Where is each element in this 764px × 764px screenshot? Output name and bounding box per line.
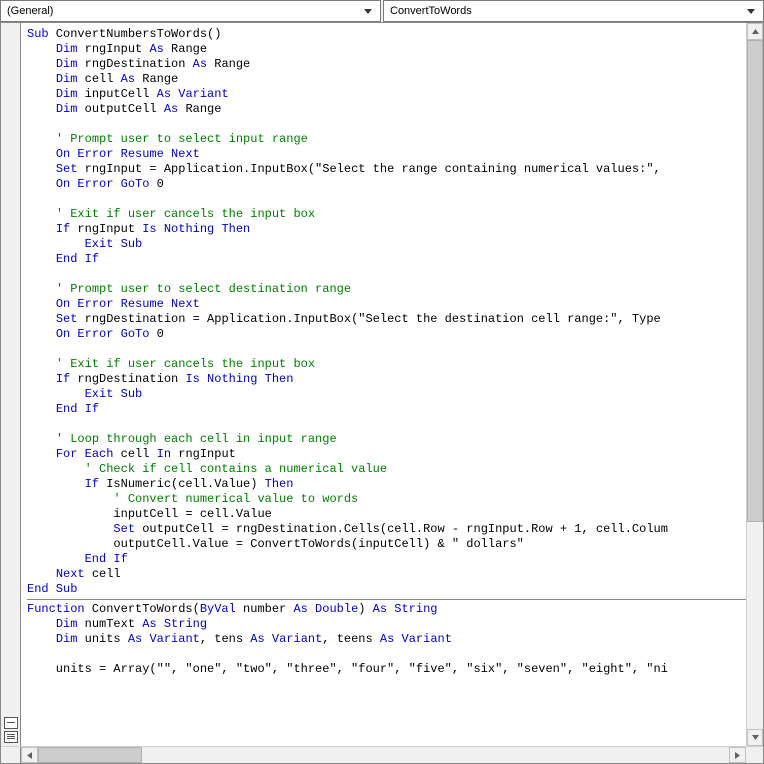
code-line: Dim inputCell As Variant (27, 87, 746, 102)
code-line (27, 267, 746, 282)
code-line: ' Convert numerical value to words (27, 492, 746, 507)
code-line (27, 117, 746, 132)
code-line: On Error GoTo 0 (27, 177, 746, 192)
scroll-down-button[interactable] (747, 729, 763, 746)
code-line: ' Prompt user to select destination rang… (27, 282, 746, 297)
code-line: Exit Sub (27, 387, 746, 402)
code-line: If rngInput Is Nothing Then (27, 222, 746, 237)
code-line: If IsNumeric(cell.Value) Then (27, 477, 746, 492)
code-line (27, 417, 746, 432)
vertical-scrollbar[interactable] (746, 23, 763, 746)
code-line: ' Exit if user cancels the input box (27, 357, 746, 372)
code-line: Exit Sub (27, 237, 746, 252)
code-line: End If (27, 402, 746, 417)
code-text-area[interactable]: Sub ConvertNumbersToWords() Dim rngInput… (21, 23, 746, 746)
code-line: Function ConvertToWords(ByVal number As … (27, 602, 746, 617)
code-line: units = Array("", "one", "two", "three",… (27, 662, 746, 677)
code-line: End If (27, 252, 746, 267)
chevron-down-icon (360, 3, 376, 19)
procedure-separator (27, 599, 746, 600)
code-line: End Sub (27, 582, 746, 597)
hscroll-gutter-spacer (1, 747, 21, 763)
code-line: Set rngInput = Application.InputBox("Sel… (27, 162, 746, 177)
code-line: Dim rngDestination As Range (27, 57, 746, 72)
code-line: ' Prompt user to select input range (27, 132, 746, 147)
code-line: For Each cell In rngInput (27, 447, 746, 462)
procedure-view-icon[interactable] (4, 717, 18, 729)
code-line: Sub ConvertNumbersToWords() (27, 27, 746, 42)
scrollbar-corner (746, 747, 763, 764)
code-line: On Error Resume Next (27, 147, 746, 162)
horizontal-scroll-track[interactable] (38, 747, 729, 763)
horizontal-scrollbar[interactable] (1, 746, 763, 763)
code-line: Next cell (27, 567, 746, 582)
horizontal-scroll-thumb[interactable] (38, 747, 142, 763)
object-dropdown-label: (General) (7, 5, 53, 17)
vertical-scroll-thumb[interactable] (747, 40, 763, 522)
code-line: Dim numText As String (27, 617, 746, 632)
code-line (27, 647, 746, 662)
code-line: ' Exit if user cancels the input box (27, 207, 746, 222)
code-line: Dim cell As Range (27, 72, 746, 87)
editor-gutter (1, 23, 21, 746)
code-line: Dim units As Variant, tens As Variant, t… (27, 632, 746, 647)
scroll-left-button[interactable] (21, 747, 38, 763)
code-line: On Error Resume Next (27, 297, 746, 312)
code-line: Dim outputCell As Range (27, 102, 746, 117)
code-line: outputCell.Value = ConvertToWords(inputC… (27, 537, 746, 552)
code-line: ' Check if cell contains a numerical val… (27, 462, 746, 477)
code-line: Set rngDestination = Application.InputBo… (27, 312, 746, 327)
code-editor: Sub ConvertNumbersToWords() Dim rngInput… (0, 23, 764, 764)
code-line: On Error GoTo 0 (27, 327, 746, 342)
full-module-view-icon[interactable] (4, 731, 18, 743)
scroll-right-button[interactable] (729, 747, 746, 763)
object-dropdown[interactable]: (General) (0, 0, 381, 22)
chevron-down-icon (743, 3, 759, 19)
code-line: If rngDestination Is Nothing Then (27, 372, 746, 387)
procedure-dropdown-label: ConvertToWords (390, 5, 472, 17)
code-line: inputCell = cell.Value (27, 507, 746, 522)
code-line: ' Loop through each cell in input range (27, 432, 746, 447)
dropdown-bar: (General) ConvertToWords (0, 0, 764, 23)
code-line (27, 342, 746, 357)
procedure-dropdown[interactable]: ConvertToWords (383, 0, 764, 22)
code-line: Dim rngInput As Range (27, 42, 746, 57)
code-line (27, 192, 746, 207)
code-line: End If (27, 552, 746, 567)
code-line: Set outputCell = rngDestination.Cells(ce… (27, 522, 746, 537)
scroll-up-button[interactable] (747, 23, 763, 40)
vertical-scroll-track[interactable] (747, 40, 763, 729)
